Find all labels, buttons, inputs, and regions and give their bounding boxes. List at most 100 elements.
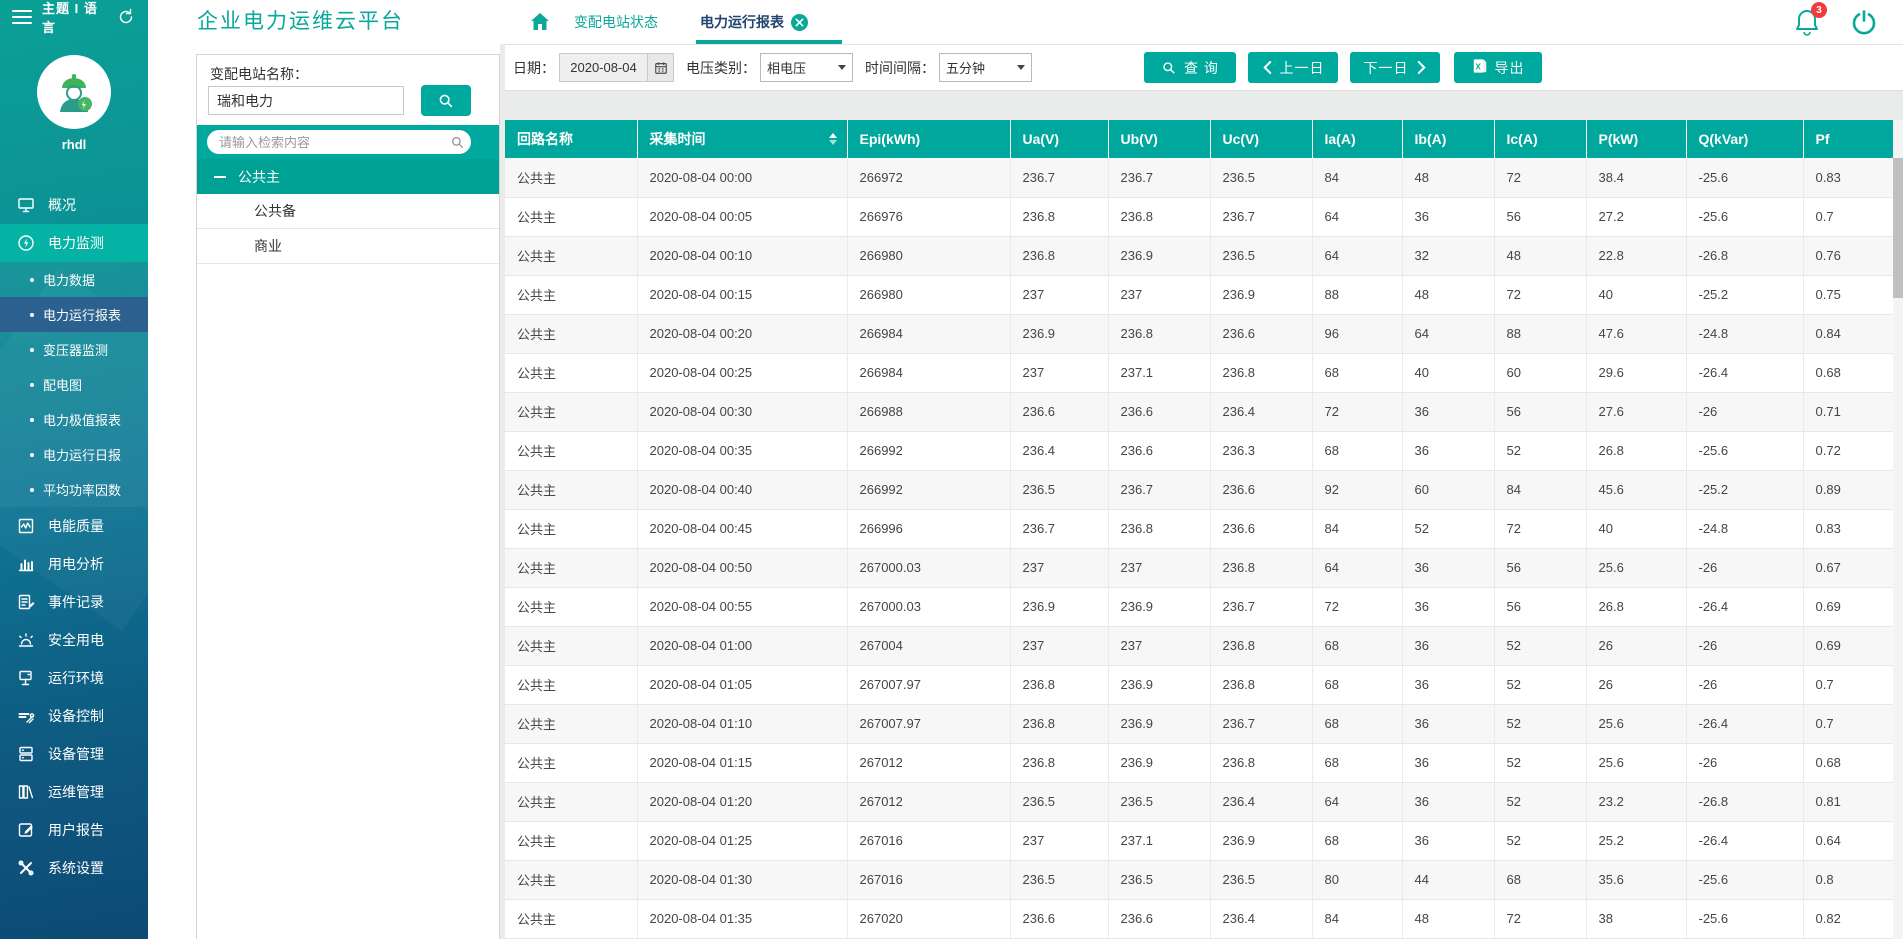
table-cell: 44 (1402, 860, 1494, 899)
sidebar-item-device-management[interactable]: 设备管理 (0, 735, 148, 773)
tree-search-input[interactable] (207, 130, 471, 154)
table-row: 公共主2020-08-04 01:00267004237237236.86836… (505, 626, 1893, 665)
column-header-sortable[interactable]: 采集时间 (637, 120, 847, 158)
table-cell: -25.6 (1686, 899, 1803, 938)
table-cell: 0.69 (1803, 587, 1893, 626)
table-cell: 96 (1312, 314, 1402, 353)
sidebar-item-ops-management[interactable]: 运维管理 (0, 773, 148, 811)
vertical-scrollbar[interactable] (1893, 120, 1903, 939)
interval-label: 时间间隔： (865, 58, 935, 78)
interval-select[interactable]: 五分钟 (939, 53, 1032, 82)
sidebar-item-system-settings[interactable]: 系统设置 (0, 849, 148, 887)
table-cell: 2020-08-04 01:00 (637, 626, 847, 665)
sidebar-topbar: 主题 I 语言 (0, 0, 148, 33)
table-cell: 29.6 (1586, 353, 1686, 392)
table-cell: 236.8 (1210, 548, 1312, 587)
table-cell: 267000.03 (847, 587, 1010, 626)
table-cell: 68 (1312, 704, 1402, 743)
tab-substation-status[interactable]: 变配电站状态 (574, 0, 658, 44)
table-cell: 36 (1402, 587, 1494, 626)
table-cell: 2020-08-04 00:20 (637, 314, 847, 353)
table-cell: 40 (1586, 275, 1686, 314)
calendar-icon[interactable] (647, 53, 674, 82)
table-cell: 0.7 (1803, 197, 1893, 236)
table-cell: 68 (1312, 626, 1402, 665)
export-button[interactable]: X 导出 (1454, 52, 1542, 83)
table-cell: 236.8 (1108, 314, 1210, 353)
table-cell: 236.4 (1210, 392, 1312, 431)
avatar[interactable] (37, 55, 111, 129)
tree-node-public-backup[interactable]: 公共备 (197, 194, 499, 229)
sidebar-item-user-report[interactable]: 用户报告 (0, 811, 148, 849)
table-cell: 84 (1312, 509, 1402, 548)
sidebar-subitem-power-report[interactable]: 电力运行报表 (0, 297, 148, 332)
table-cell: 236.9 (1108, 587, 1210, 626)
tab-power-report[interactable]: 电力运行报表 (700, 0, 808, 44)
sidebar-subitem-power-data[interactable]: 电力数据 (0, 262, 148, 297)
table-cell: 36 (1402, 431, 1494, 470)
table-cell: 36 (1402, 665, 1494, 704)
home-icon[interactable] (528, 10, 552, 39)
table-cell: 236.4 (1010, 431, 1108, 470)
page-title: 企业电力运维云平台 (197, 0, 404, 44)
sidebar-subitem-avg-power-factor[interactable]: 平均功率因数 (0, 472, 148, 507)
collapse-minus-icon[interactable] (214, 171, 226, 183)
username: rhdl (0, 137, 148, 152)
sidebar-subitem-label: 电力运行报表 (43, 305, 121, 324)
tree-search-band (197, 125, 499, 159)
station-name-input[interactable] (208, 86, 404, 115)
sidebar-subitem-extremes-report[interactable]: 电力极值报表 (0, 402, 148, 437)
table-cell: -24.8 (1686, 314, 1803, 353)
report-table: 回路名称 采集时间 Epi(kWh) Ua(V) Ub(V) Uc(V) Ia(… (505, 120, 1893, 939)
next-day-button[interactable]: 下一日 (1350, 52, 1440, 83)
table-cell: 237 (1010, 353, 1108, 392)
table-cell: 237 (1010, 548, 1108, 587)
table-cell: 26 (1586, 665, 1686, 704)
tree-node-commercial[interactable]: 商业 (197, 229, 499, 264)
tree-node-label: 商业 (254, 236, 282, 256)
sidebar-item-overview[interactable]: 概况 (0, 186, 148, 224)
tree-node-public-main[interactable]: 公共主 (197, 159, 499, 194)
table-cell: 2020-08-04 01:20 (637, 782, 847, 821)
sidebar-item-label: 事件记录 (48, 592, 104, 612)
sidebar-item-device-control[interactable]: 设备控制 (0, 697, 148, 735)
refresh-icon[interactable] (116, 7, 136, 27)
sidebar-item-environment[interactable]: 运行环境 (0, 659, 148, 697)
table-cell: 236.9 (1108, 665, 1210, 704)
table-cell: 35.6 (1586, 860, 1686, 899)
hamburger-icon[interactable] (12, 10, 32, 24)
table-cell: 236.6 (1010, 392, 1108, 431)
table-cell: 267016 (847, 860, 1010, 899)
table-cell: 52 (1494, 626, 1586, 665)
table-cell: 236.8 (1108, 197, 1210, 236)
previous-day-button[interactable]: 上一日 (1248, 52, 1338, 83)
table-cell: 236.5 (1108, 860, 1210, 899)
date-input[interactable] (559, 53, 647, 82)
table-cell: 236.6 (1108, 431, 1210, 470)
station-search-button[interactable] (421, 85, 471, 116)
export-label: 导出 (1495, 58, 1525, 78)
sidebar-subitem-daily-report[interactable]: 电力运行日报 (0, 437, 148, 472)
table-row: 公共主2020-08-04 00:25266984237237.1236.868… (505, 353, 1893, 392)
table-cell: 0.72 (1803, 431, 1893, 470)
scrollbar-thumb[interactable] (1893, 158, 1903, 298)
sidebar-item-power-quality[interactable]: 电能质量 (0, 507, 148, 545)
theme-language-label[interactable]: 主题 I 语言 (42, 0, 106, 36)
table-cell: 56 (1494, 197, 1586, 236)
sidebar-item-usage-analysis[interactable]: 用电分析 (0, 545, 148, 583)
sidebar-item-power-monitoring[interactable]: 电力监测 (0, 224, 148, 262)
sidebar-item-safety[interactable]: 安全用电 (0, 621, 148, 659)
sidebar-item-label: 设备控制 (48, 706, 104, 726)
sidebar-subitem-distribution-map[interactable]: 配电图 (0, 367, 148, 402)
sort-icon[interactable] (829, 133, 837, 145)
query-button[interactable]: 查 询 (1144, 52, 1236, 83)
voltage-type-select[interactable]: 相电压 (760, 53, 853, 82)
sidebar-item-event-log[interactable]: 事件记录 (0, 583, 148, 621)
close-icon[interactable] (791, 14, 808, 31)
sidebar-subitem-transformer[interactable]: 变压器监测 (0, 332, 148, 367)
next-day-label: 下一日 (1364, 58, 1409, 78)
power-logout-icon[interactable] (1850, 8, 1878, 41)
report-table-body: 公共主2020-08-04 00:00266972236.7236.7236.5… (505, 158, 1893, 938)
sidebar-subitem-label: 电力极值报表 (43, 410, 121, 429)
device-icon (16, 744, 36, 764)
